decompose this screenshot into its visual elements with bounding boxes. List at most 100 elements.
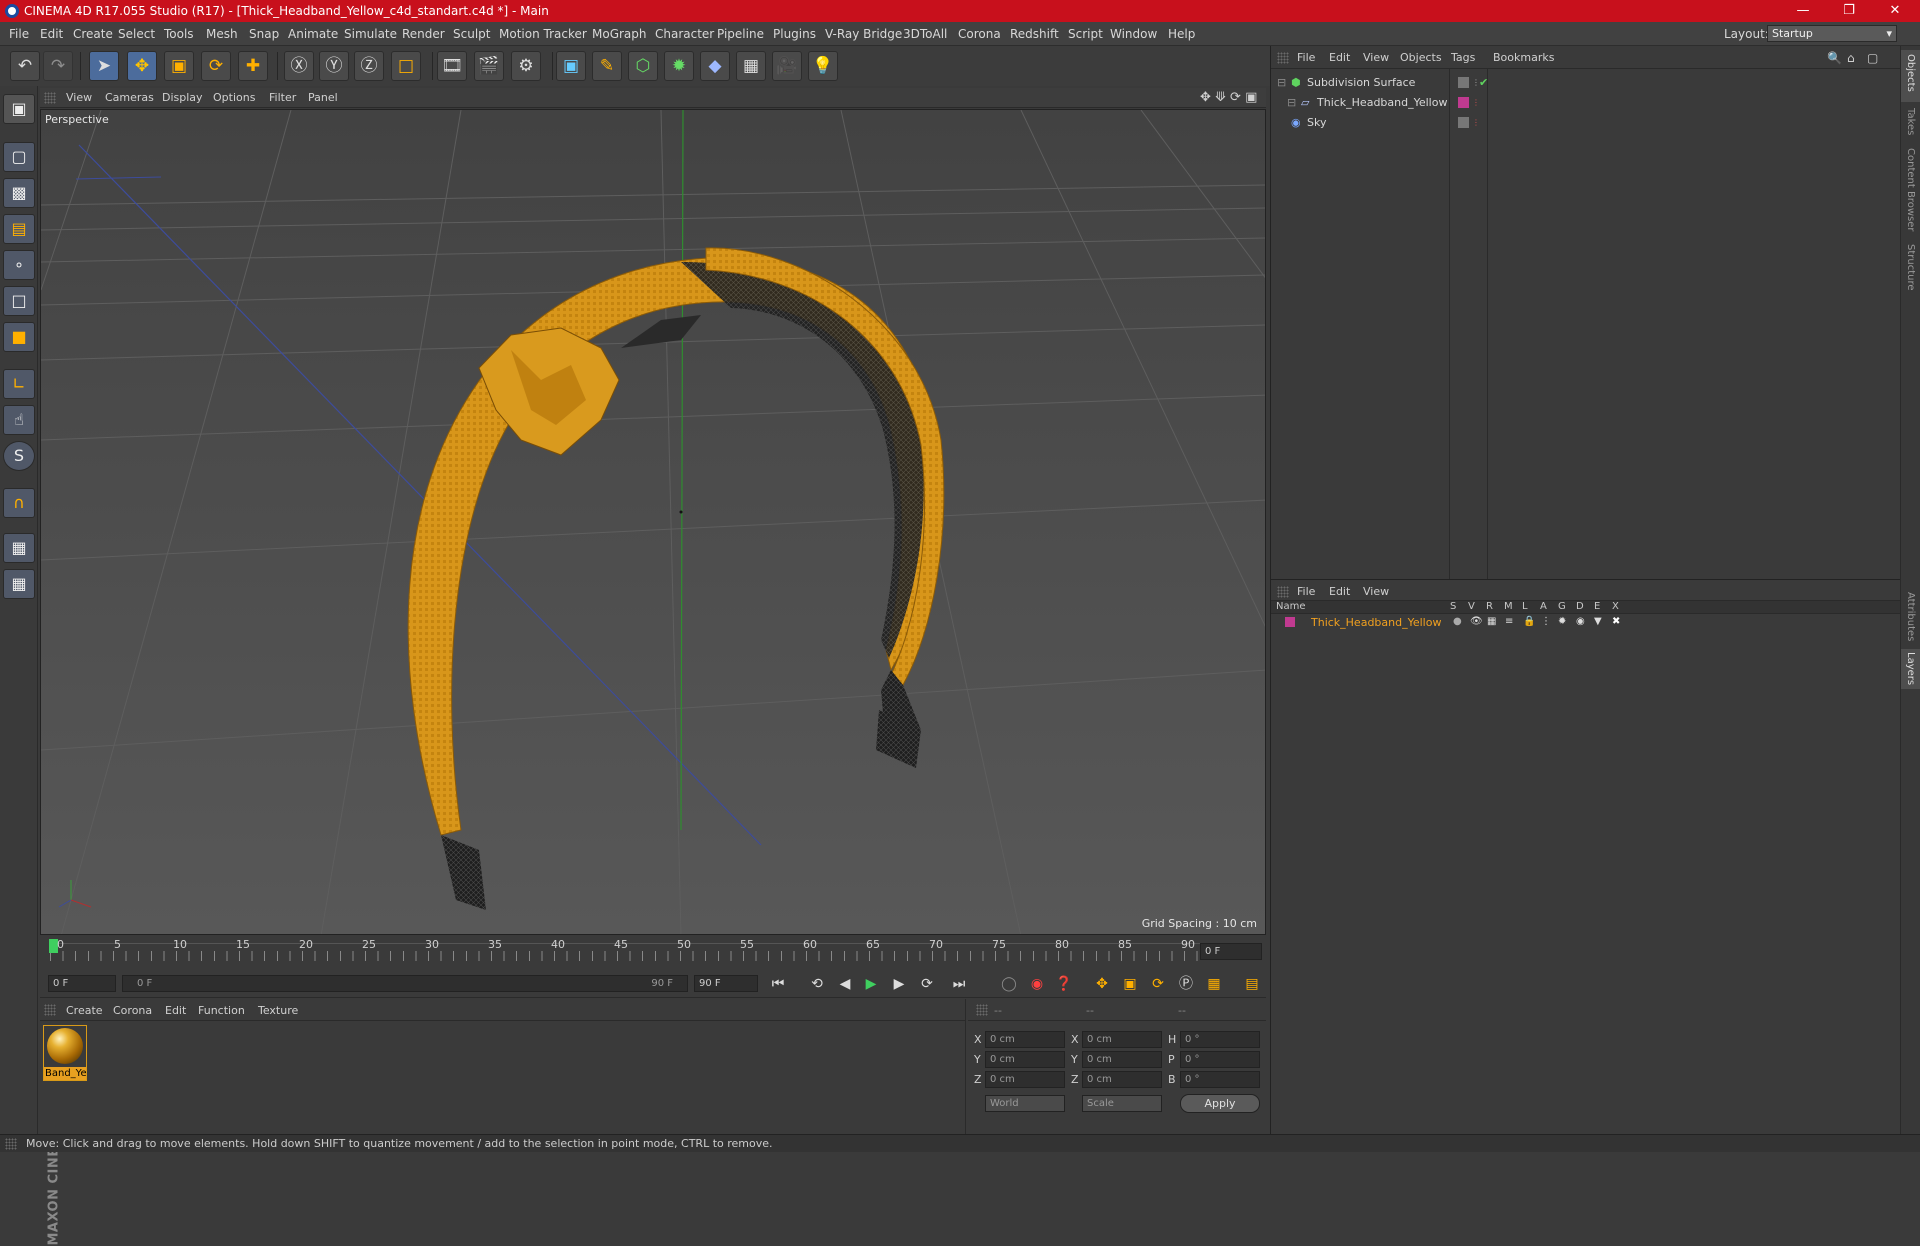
material-menu-edit[interactable]: Edit [165,1004,186,1017]
menu-snap[interactable]: Snap [249,27,279,41]
go-to-end-button[interactable]: ⏭ [948,973,970,995]
scale-tool-button[interactable]: ▣ [164,51,194,81]
object-panel-options-icon[interactable]: ▢ [1867,51,1878,65]
axis-mode-button[interactable]: ∟ [3,369,35,399]
menu-motion-tracker[interactable]: Motion Tracker [499,27,587,41]
start-frame-field[interactable]: 0 F [48,975,116,992]
layer-menu-file[interactable]: File [1297,585,1315,598]
visible-toggle-icon[interactable]: 👁 [1470,616,1483,627]
menu-mesh[interactable]: Mesh [206,27,238,41]
menu-character[interactable]: Character [655,27,714,41]
render-toggle-icon[interactable]: ▦ [1487,616,1496,627]
coordinate-system-button[interactable]: □ [391,51,421,81]
object-menu-objects[interactable]: Objects [1400,51,1442,64]
menu-3dtoall[interactable]: 3DToAll [903,27,947,41]
menu-redshift[interactable]: Redshift [1010,27,1059,41]
autokey-button[interactable]: ◯ [998,973,1020,995]
viewport-menu-cameras[interactable]: Cameras [105,91,154,104]
menu-file[interactable]: File [9,27,29,41]
menu-corona[interactable]: Corona [958,27,1001,41]
tab-layers[interactable]: Layers [1905,652,1916,685]
redo-button[interactable]: ↷ [43,51,73,81]
live-selection-button[interactable]: ➤ [89,51,119,81]
x-axis-lock-button[interactable]: Ⓧ [284,51,314,81]
render-picture-viewer-button[interactable]: 🎬 [474,51,504,81]
layer-color-icon[interactable] [1458,97,1469,108]
tweak-mode-button[interactable]: ☝ [3,405,35,435]
expression-toggle-icon[interactable]: ▼ [1594,616,1602,627]
frame-range-slider[interactable]: 0 F 90 F [122,975,688,992]
viewport-camera-label[interactable]: Perspective [45,113,109,126]
tab-takes[interactable]: Takes [1905,108,1916,135]
play-button[interactable]: ▶ [860,973,882,995]
y-axis-lock-button[interactable]: Ⓨ [319,51,349,81]
key-rotation-button[interactable]: ⟳ [1147,973,1169,995]
move-tool-button[interactable]: ✥ [127,51,157,81]
keyframe-help-icon[interactable]: ❓ [1053,973,1075,995]
menu-edit[interactable]: Edit [40,27,63,41]
material-menu-function[interactable]: Function [198,1004,245,1017]
next-key-button[interactable]: ⟳ [916,973,938,995]
menu-render[interactable]: Render [402,27,445,41]
pen-spline-button[interactable]: ✎ [592,51,622,81]
coordinate-space-select[interactable]: World [985,1095,1065,1112]
tab-attributes[interactable]: Attributes [1905,592,1916,641]
current-frame-field[interactable]: 0 F [1200,943,1262,960]
material-menu-texture[interactable]: Texture [258,1004,298,1017]
minimize-button[interactable]: — [1780,1,1826,21]
floor-object-button[interactable]: ▦ [736,51,766,81]
layer-color-icon[interactable] [1285,617,1295,627]
undo-button[interactable]: ↶ [10,51,40,81]
xref-toggle-icon[interactable]: ✖ [1612,616,1620,627]
size-z-field[interactable]: 0 cm [1082,1071,1162,1088]
deformer-button[interactable]: ◆ [700,51,730,81]
perspective-viewport[interactable]: Perspective Grid Spacing : 10 cm [40,109,1266,935]
rotate-tool-button[interactable]: ⟳ [201,51,231,81]
solo-button[interactable]: S [3,441,35,471]
size-y-field[interactable]: 0 cm [1082,1051,1162,1068]
viewport-menu-display[interactable]: Display [162,91,203,104]
timeline-ruler[interactable]: 0 5 10 15 20 25 30 35 40 45 50 55 60 65 … [40,937,1266,967]
cube-object-button[interactable]: ▣ [556,51,586,81]
menu-simulate[interactable]: Simulate [344,27,397,41]
rotation-b-field[interactable]: 0 ° [1180,1071,1260,1088]
apply-button[interactable]: Apply [1180,1094,1260,1113]
position-x-field[interactable]: 0 cm [985,1031,1065,1048]
material-menu-create[interactable]: Create [66,1004,103,1017]
workplane-lock-button[interactable]: ▦ [3,533,35,563]
layout-select[interactable]: Startup ▾ [1767,25,1897,42]
next-frame-button[interactable]: ▶ [888,973,910,995]
enabled-check-icon[interactable]: ✔ [1479,74,1488,91]
points-mode-button[interactable]: ∘ [3,250,35,280]
render-settings-button[interactable]: ⚙ [511,51,541,81]
workplane-mode-button[interactable]: ▤ [3,214,35,244]
tab-content-browser[interactable]: Content Browser [1905,148,1916,231]
menu-create[interactable]: Create [73,27,113,41]
deformer-toggle-icon[interactable]: ◉ [1576,616,1585,627]
viewport-menu-panel[interactable]: Panel [308,91,338,104]
camera-object-button[interactable]: 🎥 [772,51,802,81]
polygons-mode-button[interactable]: ■ [3,322,35,352]
tab-structure[interactable]: Structure [1905,244,1916,291]
object-row-sky[interactable]: ◉ Sky ⋮ [1275,114,1895,131]
viewport-menu-options[interactable]: Options [213,91,255,104]
cloner-button[interactable]: ✹ [664,51,694,81]
rotation-p-field[interactable]: 0 ° [1180,1051,1260,1068]
object-menu-tags[interactable]: Tags [1451,51,1475,64]
render-view-button[interactable]: 🎞 [437,51,467,81]
subdivision-surface-button[interactable]: ⬡ [628,51,658,81]
key-position-button[interactable]: ✥ [1091,973,1113,995]
model-mode-button[interactable]: ▢ [3,142,35,172]
search-icon[interactable]: 🔍 [1827,51,1842,65]
visibility-dots-icon[interactable]: ⋮ [1472,114,1480,131]
make-editable-button[interactable]: ▣ [3,94,35,124]
layer-tag-icon[interactable] [1458,117,1469,128]
layer-menu-view[interactable]: View [1363,585,1389,598]
generator-toggle-icon[interactable]: ✹ [1558,616,1566,627]
menu-script[interactable]: Script [1068,27,1103,41]
close-button[interactable]: ✕ [1872,1,1918,21]
menu-help[interactable]: Help [1168,27,1195,41]
texture-mode-button[interactable]: ▩ [3,178,35,208]
z-axis-lock-button[interactable]: Ⓩ [354,51,384,81]
object-menu-edit[interactable]: Edit [1329,51,1350,64]
